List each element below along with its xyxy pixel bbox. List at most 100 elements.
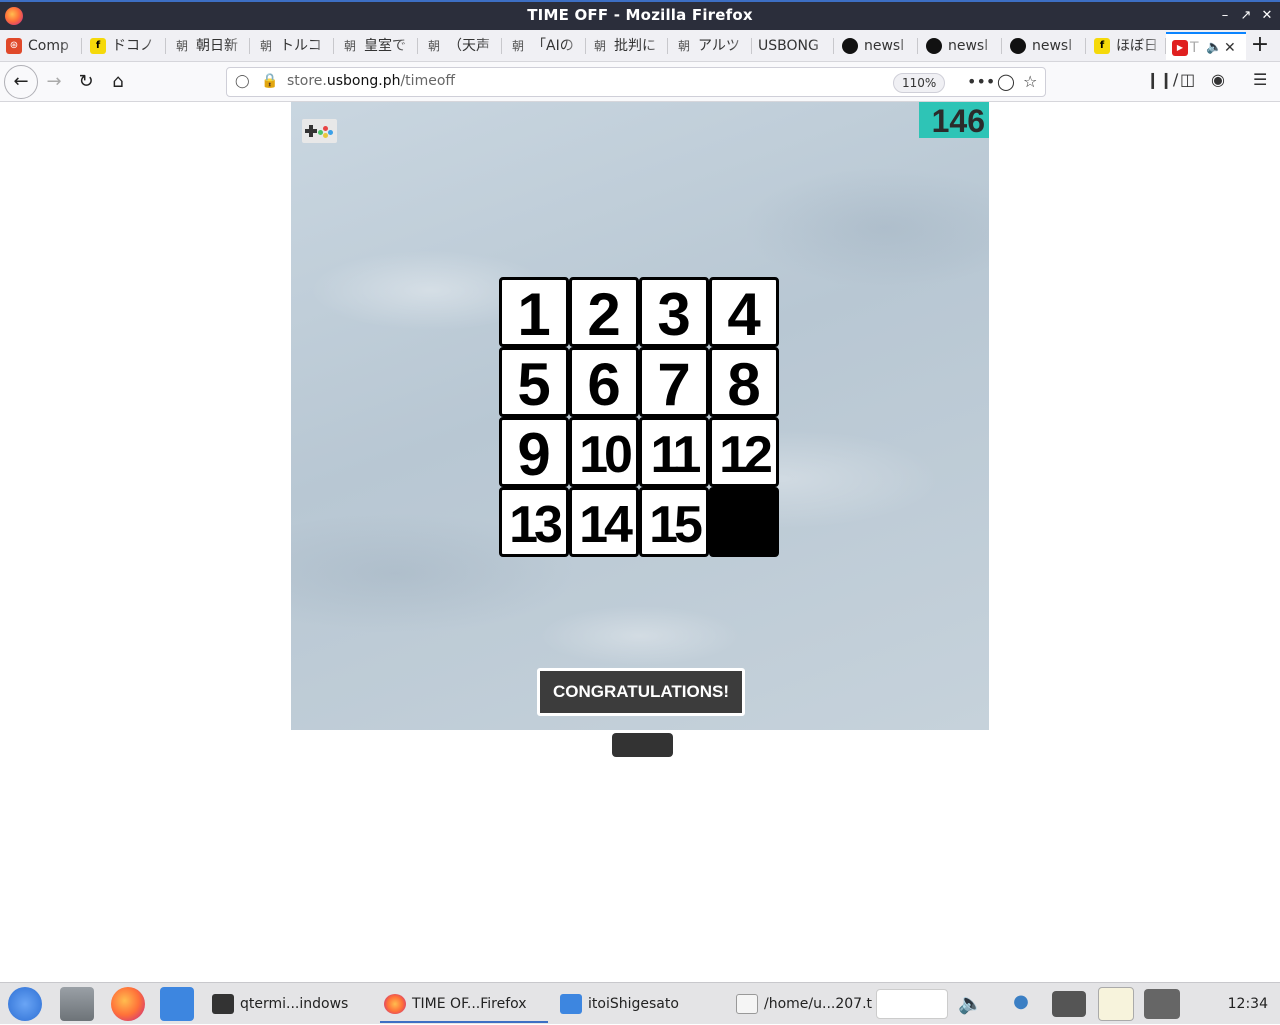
kanji-icon: 朝 <box>511 39 524 53</box>
start-menu-icon[interactable] <box>8 987 42 1021</box>
f-icon: f <box>90 38 106 54</box>
task-folder[interactable]: itoiShigesato <box>556 985 726 1023</box>
zoom-level[interactable]: 110% <box>893 73 946 93</box>
task-firefox[interactable]: TIME OF...Firefox <box>380 985 548 1023</box>
tab-7[interactable]: 朝 「AIの <box>504 32 586 60</box>
puzzle-tile[interactable]: 6 <box>569 347 639 417</box>
screen-icon[interactable] <box>1144 989 1180 1019</box>
task-label: TIME OF...Firefox <box>412 996 527 1012</box>
game-canvas[interactable]: 146 1 2 3 4 5 6 7 8 9 10 11 12 13 14 15 … <box>291 102 989 730</box>
maximize-icon[interactable]: ↗ <box>1236 6 1256 26</box>
puzzle-tile[interactable]: 7 <box>639 347 709 417</box>
tab-label: T <box>1190 40 1199 56</box>
url-text[interactable]: store.usbong.ph/timeoff <box>287 73 455 89</box>
library-icon[interactable]: ❙❙∕ <box>1146 70 1178 89</box>
kanji-icon: 朝 <box>259 39 272 53</box>
puzzle-tile[interactable]: 13 <box>499 487 569 557</box>
terminal-icon <box>212 994 234 1014</box>
puzzle-tile[interactable]: 1 <box>499 277 569 347</box>
keyboard-layout-icon[interactable] <box>876 989 948 1019</box>
github-icon <box>842 38 858 54</box>
github-icon <box>1010 38 1026 54</box>
kanji-icon: 朝 <box>343 39 356 53</box>
firefox-icon <box>384 994 406 1014</box>
forward-button[interactable]: → <box>38 66 70 98</box>
network-icon[interactable]: ● <box>1008 991 1034 1017</box>
tab-12[interactable]: newsl <box>920 32 1002 60</box>
kanji-icon: 朝 <box>593 39 606 53</box>
account-icon[interactable]: ◉ <box>1211 70 1225 89</box>
tab-1[interactable]: ⊛ Comp <box>0 32 82 60</box>
puzzle-board: 1 2 3 4 5 6 7 8 9 10 11 12 13 14 15 <box>499 277 781 557</box>
window-title: TIME OFF - Mozilla Firefox <box>527 6 753 24</box>
kanji-icon: 朝 <box>175 39 188 53</box>
tab-8[interactable]: 朝 批判に <box>586 32 668 60</box>
tab-9[interactable]: 朝 アルツ <box>670 32 752 60</box>
task-label: /home/u...207.t <box>764 996 873 1012</box>
puzzle-tile[interactable]: 2 <box>569 277 639 347</box>
insecure-lock-icon[interactable]: 🔒 <box>261 73 278 89</box>
puzzle-tile[interactable]: 11 <box>639 417 709 487</box>
tab-2[interactable]: f ドコノ <box>84 32 166 60</box>
puzzle-tile[interactable]: 10 <box>569 417 639 487</box>
puzzle-tile[interactable]: 14 <box>569 487 639 557</box>
puzzle-tile[interactable]: 5 <box>499 347 569 417</box>
bookmark-star-icon[interactable]: ☆ <box>1023 72 1037 91</box>
task-label: qtermi...indows <box>240 996 349 1012</box>
firefox-launcher-icon[interactable] <box>111 987 145 1021</box>
f-icon: f <box>1094 38 1110 54</box>
puzzle-empty-tile[interactable] <box>709 487 779 557</box>
task-label: itoiShigesato <box>588 996 679 1012</box>
controller-icon[interactable] <box>302 119 337 143</box>
shield-icon[interactable]: ◯ <box>235 74 250 90</box>
tab-5[interactable]: 朝 皇室で <box>336 32 418 60</box>
kanji-icon: 朝 <box>677 39 690 53</box>
tab-active-timeoff[interactable]: ▶ T 🔈 ✕ <box>1166 32 1246 60</box>
youtube-icon: ▶ <box>1172 40 1188 56</box>
volume-icon[interactable]: 🔈 <box>958 991 984 1017</box>
desktop-icon[interactable] <box>160 987 194 1021</box>
file-manager-icon[interactable] <box>60 987 94 1021</box>
url-bar[interactable]: ◯ 🔒 store.usbong.ph/timeoff 110% ••• ◯ ☆ <box>226 67 1046 97</box>
clock[interactable]: 12:34 <box>1228 983 1268 1025</box>
close-window-icon[interactable]: ✕ <box>1257 6 1277 26</box>
tab-14[interactable]: f ほぼ日 <box>1088 32 1166 60</box>
tab-label: USBONG <box>758 38 819 54</box>
game-control-button[interactable] <box>612 733 673 757</box>
tab-strip: ⊛ Comp f ドコノ 朝 朝日新 朝 トルコ 朝 皇室で 朝 （天声 朝 「… <box>0 30 1280 62</box>
text-editor-icon <box>736 994 758 1014</box>
tab-4[interactable]: 朝 トルコ <box>252 32 334 60</box>
sidebar-icon[interactable]: ◫ <box>1180 70 1195 89</box>
pocket-icon[interactable]: ◯ <box>997 72 1015 91</box>
task-terminal[interactable]: qtermi...indows <box>208 985 374 1023</box>
x-icon: ⊛ <box>6 38 22 54</box>
tab-3[interactable]: 朝 朝日新 <box>168 32 250 60</box>
notes-icon[interactable] <box>1098 987 1134 1021</box>
puzzle-tile[interactable]: 3 <box>639 277 709 347</box>
tab-11[interactable]: newsl <box>836 32 918 60</box>
back-button[interactable]: ← <box>4 65 38 99</box>
more-actions-icon[interactable]: ••• <box>967 72 995 91</box>
reload-button[interactable]: ↻ <box>70 66 102 98</box>
close-tab-icon[interactable]: ✕ <box>1224 34 1236 60</box>
puzzle-tile[interactable]: 8 <box>709 347 779 417</box>
tab-10[interactable]: USBONG <box>754 32 834 60</box>
onscreen-keyboard-icon[interactable] <box>1052 991 1086 1017</box>
puzzle-tile[interactable]: 9 <box>499 417 569 487</box>
tab-6[interactable]: 朝 （天声 <box>420 32 502 60</box>
system-taskbar: qtermi...indows TIME OF...Firefox itoiSh… <box>0 982 1280 1024</box>
score-counter: 146 <box>919 102 989 139</box>
home-button[interactable]: ⌂ <box>102 66 134 98</box>
task-editor[interactable]: /home/u...207.t <box>732 985 874 1023</box>
congratulations-message[interactable]: CONGRATULATIONS! <box>537 668 745 716</box>
minimize-icon[interactable]: – <box>1215 6 1235 26</box>
new-tab-button[interactable]: + <box>1246 32 1274 60</box>
puzzle-tile[interactable]: 15 <box>639 487 709 557</box>
puzzle-tile[interactable]: 4 <box>709 277 779 347</box>
puzzle-tile[interactable]: 12 <box>709 417 779 487</box>
kanji-icon: 朝 <box>427 39 440 53</box>
tab-13[interactable]: newsl <box>1004 32 1086 60</box>
menu-icon[interactable]: ☰ <box>1253 70 1267 89</box>
window-titlebar: TIME OFF - Mozilla Firefox – ↗ ✕ <box>0 0 1280 30</box>
speaker-icon[interactable]: 🔈 <box>1206 34 1222 60</box>
